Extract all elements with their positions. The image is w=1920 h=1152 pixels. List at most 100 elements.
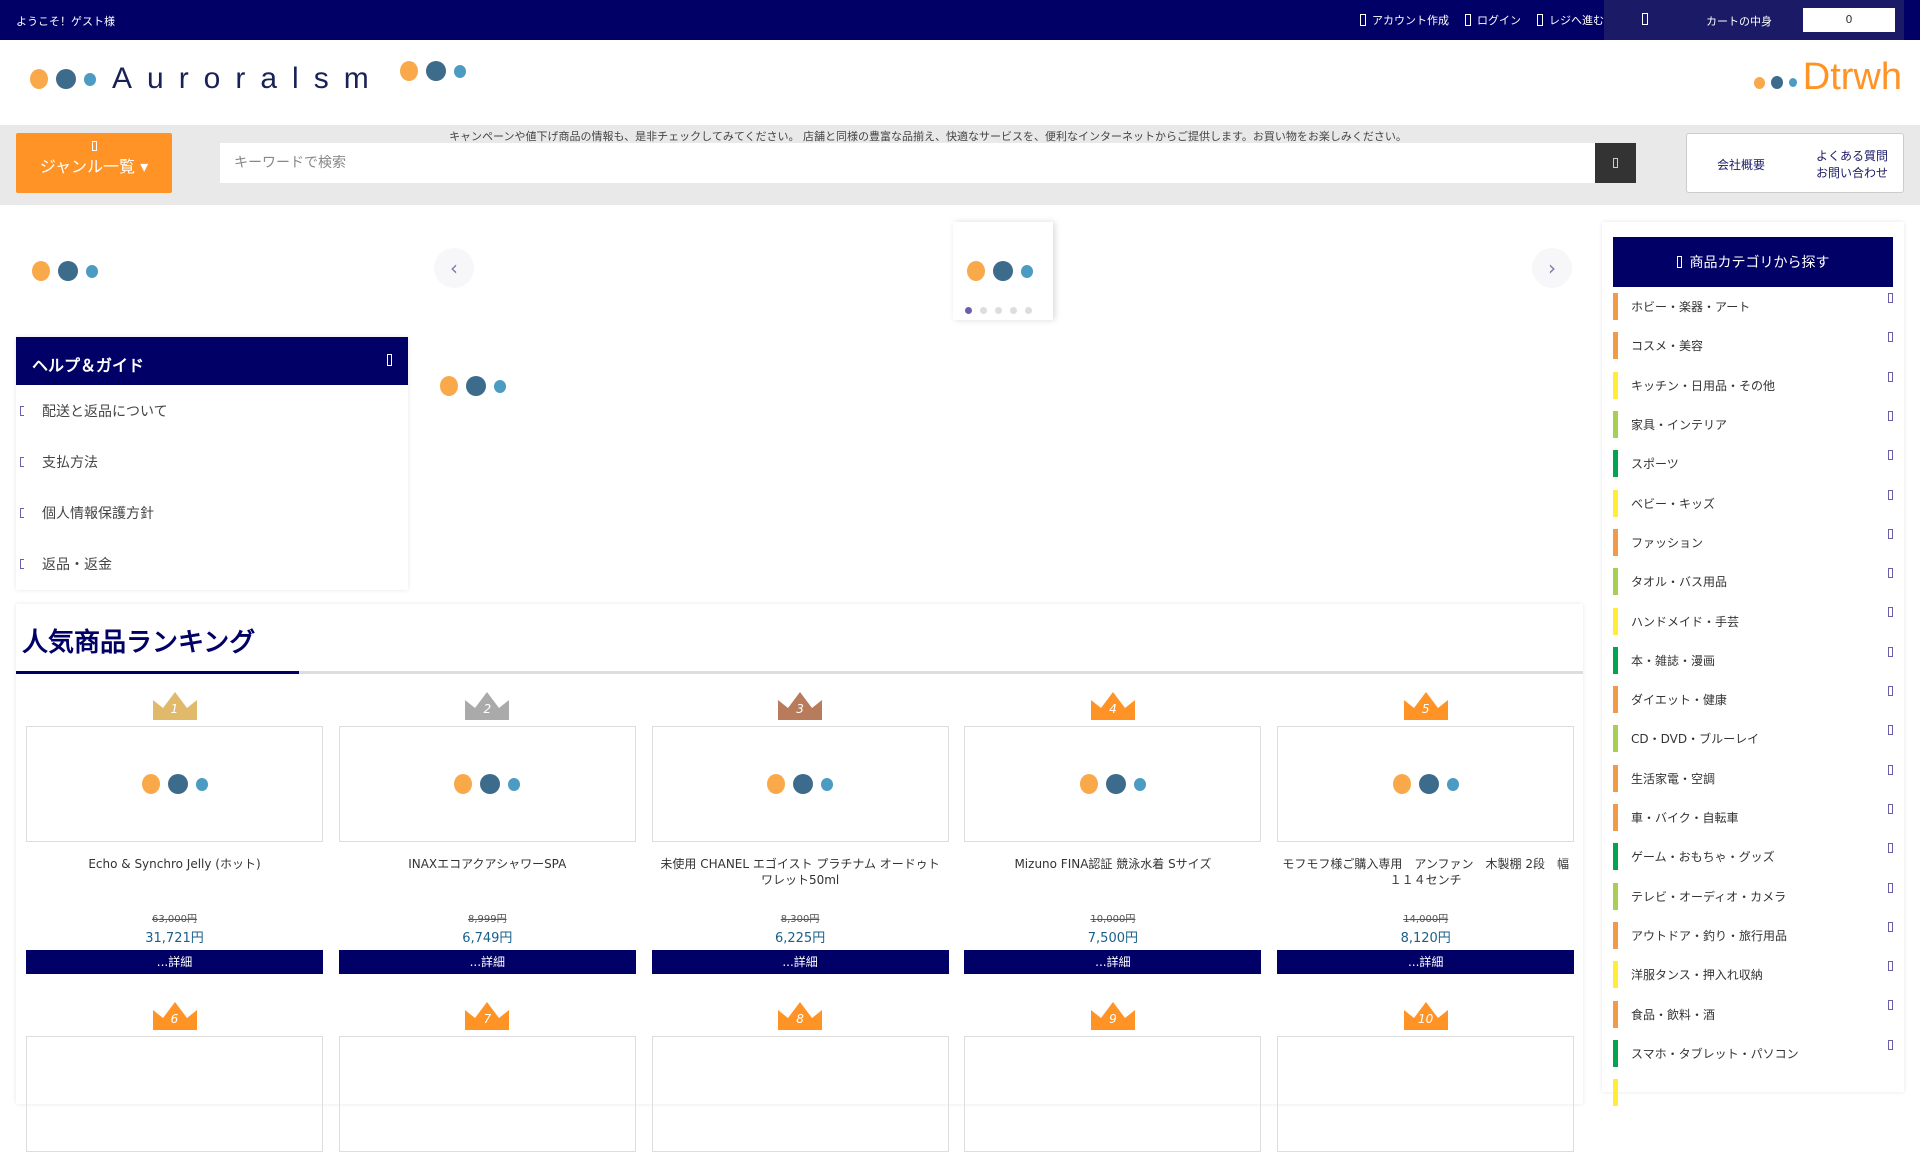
category-item[interactable]: コスメ・美容 [1613,326,1893,365]
search-button[interactable] [1595,143,1636,183]
rank-crown-icon: 9 [1090,1000,1135,1030]
detail-button[interactable]: ...詳細 [338,950,636,974]
product-image[interactable] [964,1036,1262,1152]
slide-dot[interactable] [995,307,1002,314]
product-image[interactable] [964,726,1262,842]
help-header[interactable]: ヘルプ＆ガイド [16,337,408,385]
product-image[interactable] [651,726,949,842]
category-label: スポーツ [1631,457,1679,472]
category-color-bar [1613,646,1618,674]
category-item[interactable]: 家具・インテリア [1613,405,1893,444]
category-item[interactable]: 本・雑誌・漫画 [1613,641,1893,680]
product-image[interactable] [26,1036,323,1152]
slider-prev-button[interactable]: ‹ [434,248,474,288]
category-item[interactable]: キッチン・日用品・その他 [1613,366,1893,405]
faq-link[interactable]: よくある質問 [1816,148,1888,165]
category-item[interactable] [1613,1073,1893,1112]
product-card[interactable]: 9 [964,1000,1262,1152]
category-label: ダイエット・健康 [1631,693,1727,708]
product-image[interactable] [338,1036,636,1152]
login-link[interactable]: ログイン [1465,12,1521,28]
help-item-label: 返品・返金 [42,556,112,573]
slide-dot[interactable] [1025,307,1032,314]
product-card[interactable]: 1 Echo & Synchro Jelly (ホット) 63,000円 31,… [26,690,323,974]
slide-dot[interactable] [980,307,987,314]
category-item[interactable]: ハンドメイド・手芸 [1613,601,1893,640]
help-item-returns[interactable]: 返品・返金 [16,538,408,589]
category-color-bar [1613,568,1618,596]
category-item[interactable]: スマホ・タブレット・パソコン [1613,1034,1893,1073]
category-color-bar [1613,332,1618,360]
category-color-bar [1613,1000,1618,1028]
detail-button[interactable]: ...詳細 [26,950,323,974]
product-name[interactable]: 未使用 CHANEL エゴイスト プラチナム オードゥトワレット50ml [652,856,949,908]
product-image[interactable] [338,726,636,842]
category-item[interactable]: ホビー・楽器・アート [1613,287,1893,326]
cart-count: 0 [1803,8,1895,32]
slide-dot[interactable] [1010,307,1017,314]
chevron-right-icon [1888,1039,1893,1050]
detail-button[interactable]: ...詳細 [1277,950,1575,974]
category-item[interactable]: ゲーム・おもちゃ・グッズ [1613,837,1893,876]
detail-button[interactable]: ...詳細 [651,950,949,974]
register-icon [1537,14,1543,26]
slide-dot[interactable] [965,307,972,314]
product-card[interactable]: 2 INAXエコアクアシャワーSPA 8,999円 6,749円 ...詳細 [338,690,636,974]
product-name[interactable]: Mizuno FINA認証 競泳水着 Sサイズ [964,856,1261,908]
cart-icon [1642,13,1648,25]
company-link[interactable]: 会社概要 [1717,156,1765,173]
product-name[interactable]: モフモフ様ご購入専用 アンファン 木製棚 2段 幅１１４センチ [1277,856,1574,908]
search-input[interactable]: キーワードで検索 [220,143,1595,183]
product-card[interactable]: 10 [1277,1000,1575,1152]
contact-link[interactable]: お問い合わせ [1816,165,1888,182]
genre-dropdown-button[interactable]: ジャンル一覧 ▾ [16,133,172,193]
original-price: 10,000円 [1090,914,1136,925]
category-color-bar [1613,607,1618,635]
category-color-bar [1613,411,1618,439]
cart[interactable]: カートの中身 0 [1604,0,1904,40]
product-image[interactable] [1277,726,1575,842]
detail-button[interactable]: ...詳細 [964,950,1262,974]
product-card[interactable]: 6 [26,1000,323,1152]
chevron-right-icon [1888,410,1893,421]
chevron-icon [20,456,24,467]
category-item[interactable]: ベビー・キッズ [1613,484,1893,523]
category-item[interactable]: 車・バイク・自転車 [1613,798,1893,837]
loading-dots [440,376,506,396]
help-item-shipping[interactable]: 配送と返品について [16,385,408,436]
category-item[interactable]: 食品・飲料・酒 [1613,994,1893,1033]
product-name[interactable]: Echo & Synchro Jelly (ホット) [26,856,323,908]
rank-number: 9 [1109,1012,1117,1026]
product-card[interactable]: 7 [338,1000,636,1152]
product-image[interactable] [1277,1036,1575,1152]
category-item[interactable]: スポーツ [1613,444,1893,483]
campaign-text: キャンペーンや値下げ商品の情報も、是非チェックしてみてください。 店舗と同様の豊… [449,130,1407,143]
product-card[interactable]: 4 Mizuno FINA認証 競泳水着 Sサイズ 10,000円 7,500円… [964,690,1262,974]
category-item[interactable]: アウトドア・釣り・旅行用品 [1613,916,1893,955]
product-image[interactable] [26,726,323,842]
product-image[interactable] [651,1036,949,1152]
category-label: 本・雑誌・漫画 [1631,653,1716,668]
category-color-bar [1613,725,1618,753]
image-loading-dots [454,774,521,794]
slider-next-button[interactable]: › [1532,248,1572,288]
product-name[interactable]: INAXエコアクアシャワーSPA [339,856,636,908]
chevron-right-icon [1888,528,1893,539]
product-card[interactable]: 3 未使用 CHANEL エゴイスト プラチナム オードゥトワレット50ml 8… [651,690,949,974]
category-item[interactable]: テレビ・オーディオ・カメラ [1613,877,1893,916]
category-item[interactable]: 洋服タンス・押入れ収納 [1613,955,1893,994]
product-card[interactable]: 5 モフモフ様ご購入専用 アンファン 木製棚 2段 幅１１４センチ 14,000… [1277,690,1575,974]
category-color-bar [1613,961,1618,989]
create-account-link[interactable]: アカウント作成 [1360,12,1449,28]
slider-thumbnail[interactable] [953,222,1053,320]
category-item[interactable]: タオル・バス用品 [1613,562,1893,601]
product-card[interactable]: 8 [651,1000,949,1152]
category-item[interactable]: CD・DVD・ブルーレイ [1613,719,1893,758]
category-item[interactable]: 生活家電・空調 [1613,759,1893,798]
help-item-payment[interactable]: 支払方法 [16,436,408,487]
site-logo[interactable]: Auroralsm [30,61,466,96]
category-item[interactable]: ファッション [1613,523,1893,562]
help-item-privacy[interactable]: 個人情報保護方針 [16,487,408,538]
category-item[interactable]: ダイエット・健康 [1613,680,1893,719]
checkout-link[interactable]: レジへ進む [1537,12,1604,28]
